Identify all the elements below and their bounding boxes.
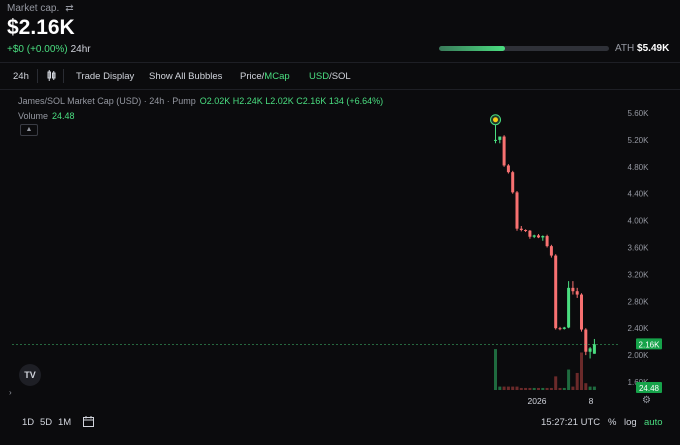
candle-body — [519, 228, 523, 231]
chevron-left-icon[interactable]: › — [9, 388, 12, 397]
volume-bar — [558, 387, 562, 390]
price-mcap-toggle[interactable]: Price/MCap — [240, 71, 290, 82]
candle-body — [545, 236, 549, 247]
candle-body — [558, 328, 562, 330]
volume-value-label: 24.48 — [639, 384, 660, 393]
interval-button[interactable]: 24h — [13, 71, 29, 82]
volume-bar — [498, 386, 502, 390]
price-chart[interactable]: 5.60K 5.20K 4.80K 4.40K 4.00K 3.60K 3.20K 2.80K… — [0, 90, 680, 410]
x-tick-label: 8 — [589, 396, 594, 406]
swap-icon[interactable]: ⇄ — [65, 3, 73, 14]
candle-style-icon[interactable] — [47, 70, 56, 81]
change-period: 24hr — [70, 44, 91, 55]
volume-bar — [592, 386, 596, 390]
candle-body — [532, 235, 536, 237]
volume-bar — [528, 387, 532, 390]
trade-bubble-center — [493, 117, 498, 123]
candle-body — [511, 172, 515, 193]
candle-body — [541, 236, 545, 238]
candle-body — [571, 287, 575, 292]
candle-body — [537, 235, 540, 238]
volume-bar — [549, 387, 553, 390]
y-tick-label: 4.40K — [628, 190, 650, 199]
volume-bar — [519, 387, 523, 390]
usd-sol-toggle[interactable]: USD/SOL — [309, 71, 351, 82]
calendar-icon[interactable] — [83, 416, 94, 427]
candle-body — [575, 291, 579, 295]
y-tick-label: 4.00K — [628, 217, 650, 226]
market-cap-label: Market cap. ⇄ — [7, 3, 74, 14]
volume-bar — [506, 386, 510, 390]
y-tick-label: 2.80K — [628, 297, 650, 306]
candle-body — [528, 230, 532, 237]
legend-ohlc: O2.02K H2.24K L2.02K C2.16K 134 (+6.64%) — [199, 96, 384, 106]
volume-bar — [515, 386, 519, 390]
volume-bar — [588, 386, 592, 390]
y-tick-label: 5.60K — [628, 109, 650, 118]
volume-bar — [562, 387, 566, 390]
log-toggle[interactable]: log — [624, 417, 637, 428]
candle-body — [580, 294, 583, 330]
candle-body — [588, 348, 592, 352]
volume-bar — [571, 386, 575, 390]
chart-legend: James/SOL Market Cap (USD) · 24h · Pump O… — [18, 96, 383, 106]
volume-bar — [537, 387, 540, 390]
show-bubbles-button[interactable]: Show All Bubbles — [149, 71, 222, 82]
y-tick-label: 3.60K — [628, 244, 650, 253]
candle-body — [567, 287, 571, 328]
tradingview-logo: TV — [19, 364, 41, 386]
y-tick-label: 3.20K — [628, 270, 650, 279]
candle-body — [584, 329, 588, 352]
legend-title: James/SOL Market Cap (USD) · 24h · Pump — [18, 96, 196, 106]
y-tick-label: 2.40K — [628, 324, 650, 333]
change-value: +$0 (+0.00%) — [7, 44, 68, 55]
ath-readout: ATH $5.49K — [615, 43, 670, 54]
toolbar-divider — [37, 69, 38, 83]
ath-progress-bar — [439, 46, 609, 51]
volume-bar — [554, 376, 558, 390]
trade-display-button[interactable]: Trade Display — [76, 71, 134, 82]
candle-body — [592, 344, 596, 354]
volume-bar — [545, 387, 549, 390]
volume-bar — [524, 387, 528, 390]
volume-bar — [532, 387, 536, 390]
toolbar-divider — [63, 69, 64, 83]
y-tick-label: 4.80K — [628, 163, 650, 172]
y-tick-label: 2.00K — [628, 351, 650, 360]
candle-body — [506, 165, 510, 173]
ath-progress-fill — [439, 46, 506, 51]
x-tick-label: 2026 — [528, 396, 547, 406]
gear-icon[interactable]: ⚙ — [642, 395, 651, 406]
volume-legend: Volume 24.48 — [18, 111, 75, 121]
volume-bar — [580, 352, 583, 390]
auto-toggle[interactable]: auto — [644, 417, 663, 428]
chart-toolbar: 24h Trade Display Show All Bubbles Price… — [0, 62, 680, 90]
range-5d-button[interactable]: 5D — [40, 417, 52, 428]
chevron-up-icon[interactable]: ▲ — [20, 124, 38, 136]
last-price-label: 2.16K — [639, 340, 661, 349]
volume-bar — [502, 386, 506, 390]
candle-body — [562, 327, 566, 329]
price-change: +$0 (+0.00%) 24hr — [7, 44, 91, 55]
y-tick-label: 5.20K — [628, 136, 650, 145]
candle-body — [515, 192, 519, 229]
candle-body — [554, 255, 558, 329]
volume-bar — [584, 383, 588, 390]
range-1m-button[interactable]: 1M — [58, 417, 71, 428]
volume-bar — [541, 387, 545, 390]
candle-body — [498, 136, 502, 140]
candle-body — [524, 230, 528, 232]
bottom-bar: 1D 5D 1M 15:27:21 UTC % log auto — [0, 413, 680, 433]
volume-bar — [494, 349, 497, 390]
volume-bar — [575, 372, 579, 390]
market-cap-value: $2.16K — [7, 16, 75, 39]
utc-time[interactable]: 15:27:21 UTC — [541, 417, 600, 428]
candle-body — [494, 139, 497, 141]
candle-body — [549, 246, 553, 256]
volume-bar — [567, 369, 571, 390]
candle-body — [502, 136, 506, 166]
volume-bar — [511, 386, 515, 390]
range-1d-button[interactable]: 1D — [22, 417, 34, 428]
percent-toggle[interactable]: % — [608, 417, 616, 428]
